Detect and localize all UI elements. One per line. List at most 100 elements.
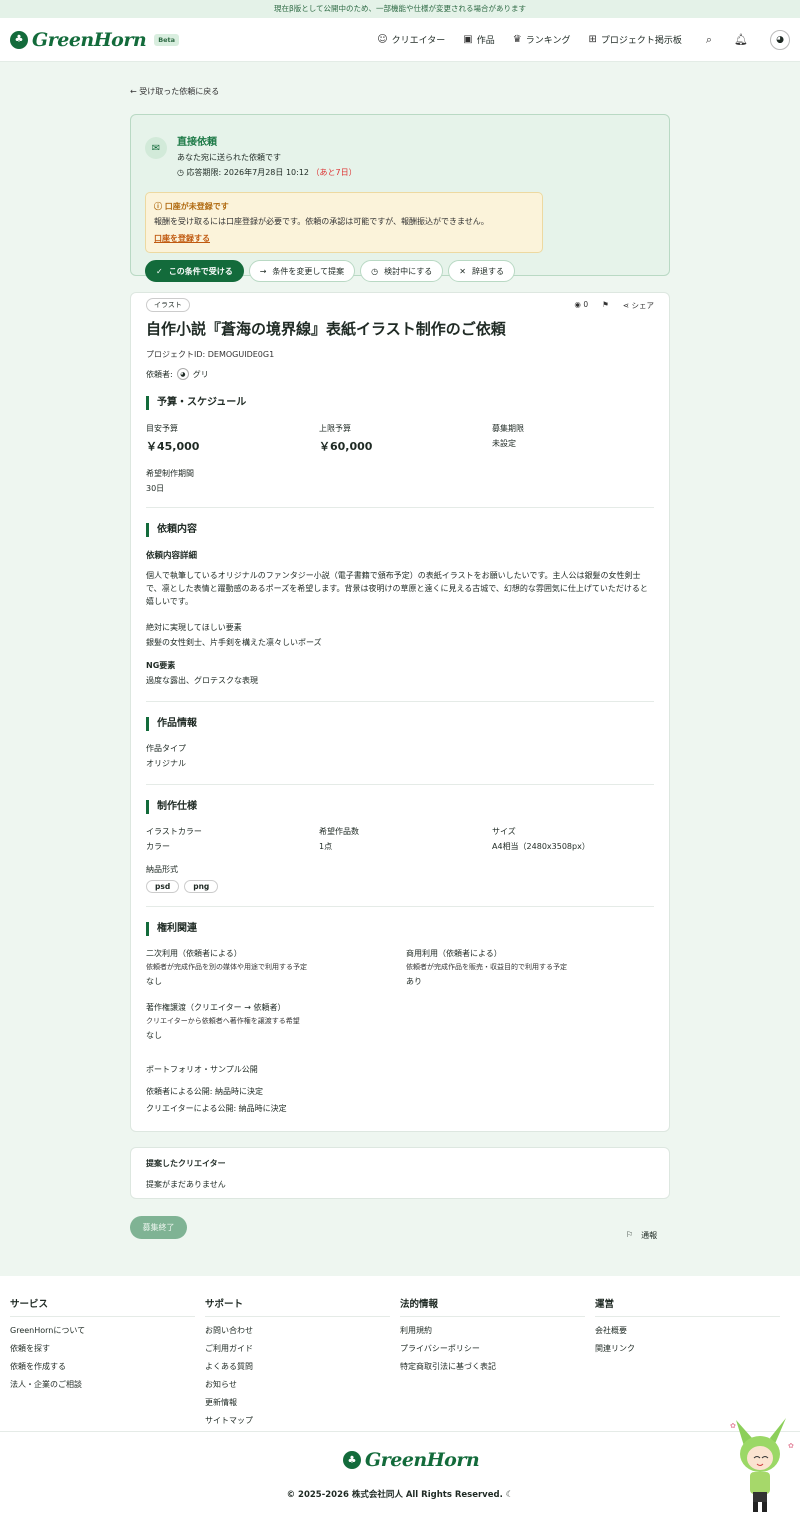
user-avatar[interactable]: ◕ bbox=[770, 29, 790, 50]
grid-icon: ⊞ bbox=[588, 34, 597, 45]
ng-text: 過度な露出、グロテスクな表現 bbox=[146, 676, 258, 685]
clock-icon: ◷ bbox=[177, 168, 187, 177]
footer-heading: 法的情報 bbox=[400, 1296, 585, 1317]
proposals-card: 提案したクリエイター 提案がまだありません bbox=[130, 1147, 670, 1199]
footer-col-support: サポート お問い合わせ ご利用ガイド よくある質問 お知らせ 更新情報 サイトマ… bbox=[205, 1296, 400, 1433]
recruit-period-label: 募集期限 bbox=[492, 424, 524, 433]
work-type-value: オリジナル bbox=[146, 759, 186, 768]
remaining-days: （あと7日） bbox=[311, 168, 357, 177]
register-bank-link[interactable]: 口座を登録する bbox=[154, 233, 210, 244]
footer-link[interactable]: 更新情報 bbox=[205, 1397, 390, 1408]
moon-icon[interactable]: ☾ bbox=[506, 1490, 514, 1500]
footer-logo[interactable]: ♣ GreenHorn bbox=[343, 1449, 480, 1471]
alert-icon: ⓘ bbox=[154, 202, 165, 211]
direct-request-card: ✉ 直接依頼 あなた宛に送られた依頼です ◷ 応答期限: 2026年7月28日 … bbox=[130, 114, 670, 282]
bookmark-icon[interactable]: ⚑ bbox=[602, 300, 609, 311]
footer-link[interactable]: 依頼を探す bbox=[10, 1343, 195, 1354]
commercial-use-value: あり bbox=[406, 977, 422, 986]
footer-link[interactable]: サイトマップ bbox=[205, 1415, 390, 1426]
detail-text: 個人で執筆しているオリジナルのファンタジー小説（電子書籍で頒布予定）の表紙イラス… bbox=[146, 571, 648, 606]
footer-heading: 運営 bbox=[595, 1296, 780, 1317]
image-icon: ▣ bbox=[463, 34, 473, 45]
nav-board[interactable]: ⊞ プロジェクト掲示板 bbox=[588, 33, 681, 46]
target-budget-value: ￥45,000 bbox=[146, 440, 200, 453]
footer-link[interactable]: 会社概要 bbox=[595, 1325, 780, 1336]
search-icon[interactable]: ⌕ bbox=[706, 33, 712, 47]
recruitment-closed-button[interactable]: 募集終了 bbox=[130, 1216, 187, 1239]
consider-button[interactable]: ◷ 検討中にする bbox=[360, 260, 444, 282]
color-value: カラー bbox=[146, 842, 170, 851]
footer-link[interactable]: GreenHornについて bbox=[10, 1325, 195, 1336]
duration-label: 希望制作期間 bbox=[146, 469, 194, 478]
bell-icon[interactable]: 🔔︎ bbox=[734, 33, 748, 46]
copyright-text: © 2025-2026 株式会社同人 All Rights Reserved. bbox=[286, 1490, 503, 1500]
footer-brand-name: GreenHorn bbox=[365, 1449, 480, 1471]
brand-logo[interactable]: ♣ GreenHorn Beta bbox=[10, 28, 180, 51]
footer-divider bbox=[0, 1431, 800, 1432]
footer-link[interactable]: 特定商取引法に基づく表記 bbox=[400, 1361, 585, 1372]
request-subtitle: あなた宛に送られた依頼です bbox=[177, 153, 281, 162]
requester: 依頼者: ◕ グリ bbox=[146, 368, 654, 380]
share-button[interactable]: ⋖ シェア bbox=[623, 300, 654, 311]
report-button[interactable]: ⚐ 通報 bbox=[626, 1230, 657, 1241]
propose-button[interactable]: → 条件を変更して提案 bbox=[248, 260, 356, 282]
brand-name: GreenHorn bbox=[32, 28, 147, 51]
footer-link[interactable]: お知らせ bbox=[205, 1379, 390, 1390]
back-link[interactable]: ← 受け取った依頼に戻る bbox=[130, 86, 219, 97]
project-id: プロジェクトID: DEMOGUIDE0G1 bbox=[146, 350, 275, 359]
portfolio-label: ポートフォリオ・サンプル公開 bbox=[146, 1065, 258, 1074]
nav-ranking[interactable]: ♛ ランキング bbox=[513, 33, 571, 46]
beta-badge: Beta bbox=[154, 33, 180, 46]
copyright: © 2025-2026 株式会社同人 All Rights Reserved. … bbox=[0, 1488, 800, 1500]
flag-icon: ⚐ bbox=[626, 1230, 634, 1239]
commercial-use-label: 商用利用（依頼者による） bbox=[406, 949, 502, 958]
count-label: 希望作品数 bbox=[319, 827, 359, 836]
eye-icon: ◉ bbox=[574, 299, 584, 309]
size-value: A4相当（2480x3508px） bbox=[492, 842, 590, 851]
requester-name[interactable]: グリ bbox=[193, 369, 209, 380]
footer-link[interactable]: 依頼を作成する bbox=[10, 1361, 195, 1372]
copyright-transfer-value: なし bbox=[146, 1031, 162, 1040]
footer-heading: サポート bbox=[205, 1296, 390, 1317]
footer-link[interactable]: よくある質問 bbox=[205, 1361, 390, 1372]
portfolio-by-client: 依頼者による公開: 納品時に決定 bbox=[146, 1087, 263, 1096]
request-type: 直接依頼 bbox=[177, 137, 217, 148]
view-count: ◉ 0 bbox=[574, 300, 588, 311]
footer-link[interactable]: 関連リンク bbox=[595, 1343, 780, 1354]
detail-label: 依頼内容詳細 bbox=[146, 551, 198, 561]
clock-icon: ◷ bbox=[371, 266, 379, 276]
format-label: 納品形式 bbox=[146, 865, 178, 874]
max-budget-value: ￥60,000 bbox=[319, 440, 373, 453]
main-nav: ☺ クリエイター ▣ 作品 ♛ ランキング ⊞ プロジェクト掲示板 bbox=[377, 33, 682, 46]
mail-icon: ✉ bbox=[145, 137, 167, 159]
report-label: 通報 bbox=[641, 1231, 658, 1240]
footer-link[interactable]: 法人・企業のご相談 bbox=[10, 1379, 195, 1390]
warning-title: ⓘ 口座が未登録です bbox=[154, 201, 534, 212]
nav-creators[interactable]: ☺ クリエイター bbox=[377, 33, 445, 46]
svg-text:✿: ✿ bbox=[788, 1442, 794, 1450]
leaf-logo-icon: ♣ bbox=[343, 1451, 361, 1469]
copyright-transfer-label: 著作権譲渡（クリエイター → 依頼者） bbox=[146, 1003, 286, 1012]
format-chip: png bbox=[184, 880, 219, 893]
leaf-logo-icon: ♣ bbox=[10, 30, 28, 49]
footer-link[interactable]: プライバシーポリシー bbox=[400, 1343, 585, 1354]
share-icon: ⋖ bbox=[622, 300, 632, 310]
color-label: イラストカラー bbox=[146, 827, 202, 836]
proposals-heading: 提案したクリエイター bbox=[146, 1159, 226, 1168]
deadline-text: 応答期限: 2026年7月28日 10:12 bbox=[186, 168, 309, 177]
footer-link[interactable]: ご利用ガイド bbox=[205, 1343, 390, 1354]
requester-avatar[interactable]: ◕ bbox=[176, 368, 189, 380]
section-content: 依頼内容 bbox=[146, 523, 654, 537]
footer-link[interactable]: 利用規約 bbox=[400, 1325, 585, 1336]
project-detail-card: イラスト ◉ 0 ⚑ ⋖ シェア 自作小説『蒼海の境界線』表紙イラスト制作のご依… bbox=[130, 292, 670, 1132]
site-header: ♣ GreenHorn Beta ☺ クリエイター ▣ 作品 ♛ ランキング ⊞ プロジ… bbox=[0, 18, 800, 62]
commercial-use-desc: 依頼者が完成作品を販売・収益目的で利用する予定 bbox=[406, 963, 567, 971]
footer-link[interactable]: お問い合わせ bbox=[205, 1325, 390, 1336]
nav-works[interactable]: ▣ 作品 bbox=[463, 33, 494, 46]
close-icon: ✕ bbox=[459, 266, 466, 276]
view-count-value: 0 bbox=[583, 299, 589, 309]
accept-button[interactable]: ✓ この条件で受ける bbox=[145, 260, 244, 282]
max-budget-label: 上限予算 bbox=[319, 424, 351, 433]
footer-col-service: サービス GreenHornについて 依頼を探す 依頼を作成する 法人・企業のご… bbox=[10, 1296, 205, 1433]
decline-button[interactable]: ✕ 辞退する bbox=[448, 260, 515, 282]
